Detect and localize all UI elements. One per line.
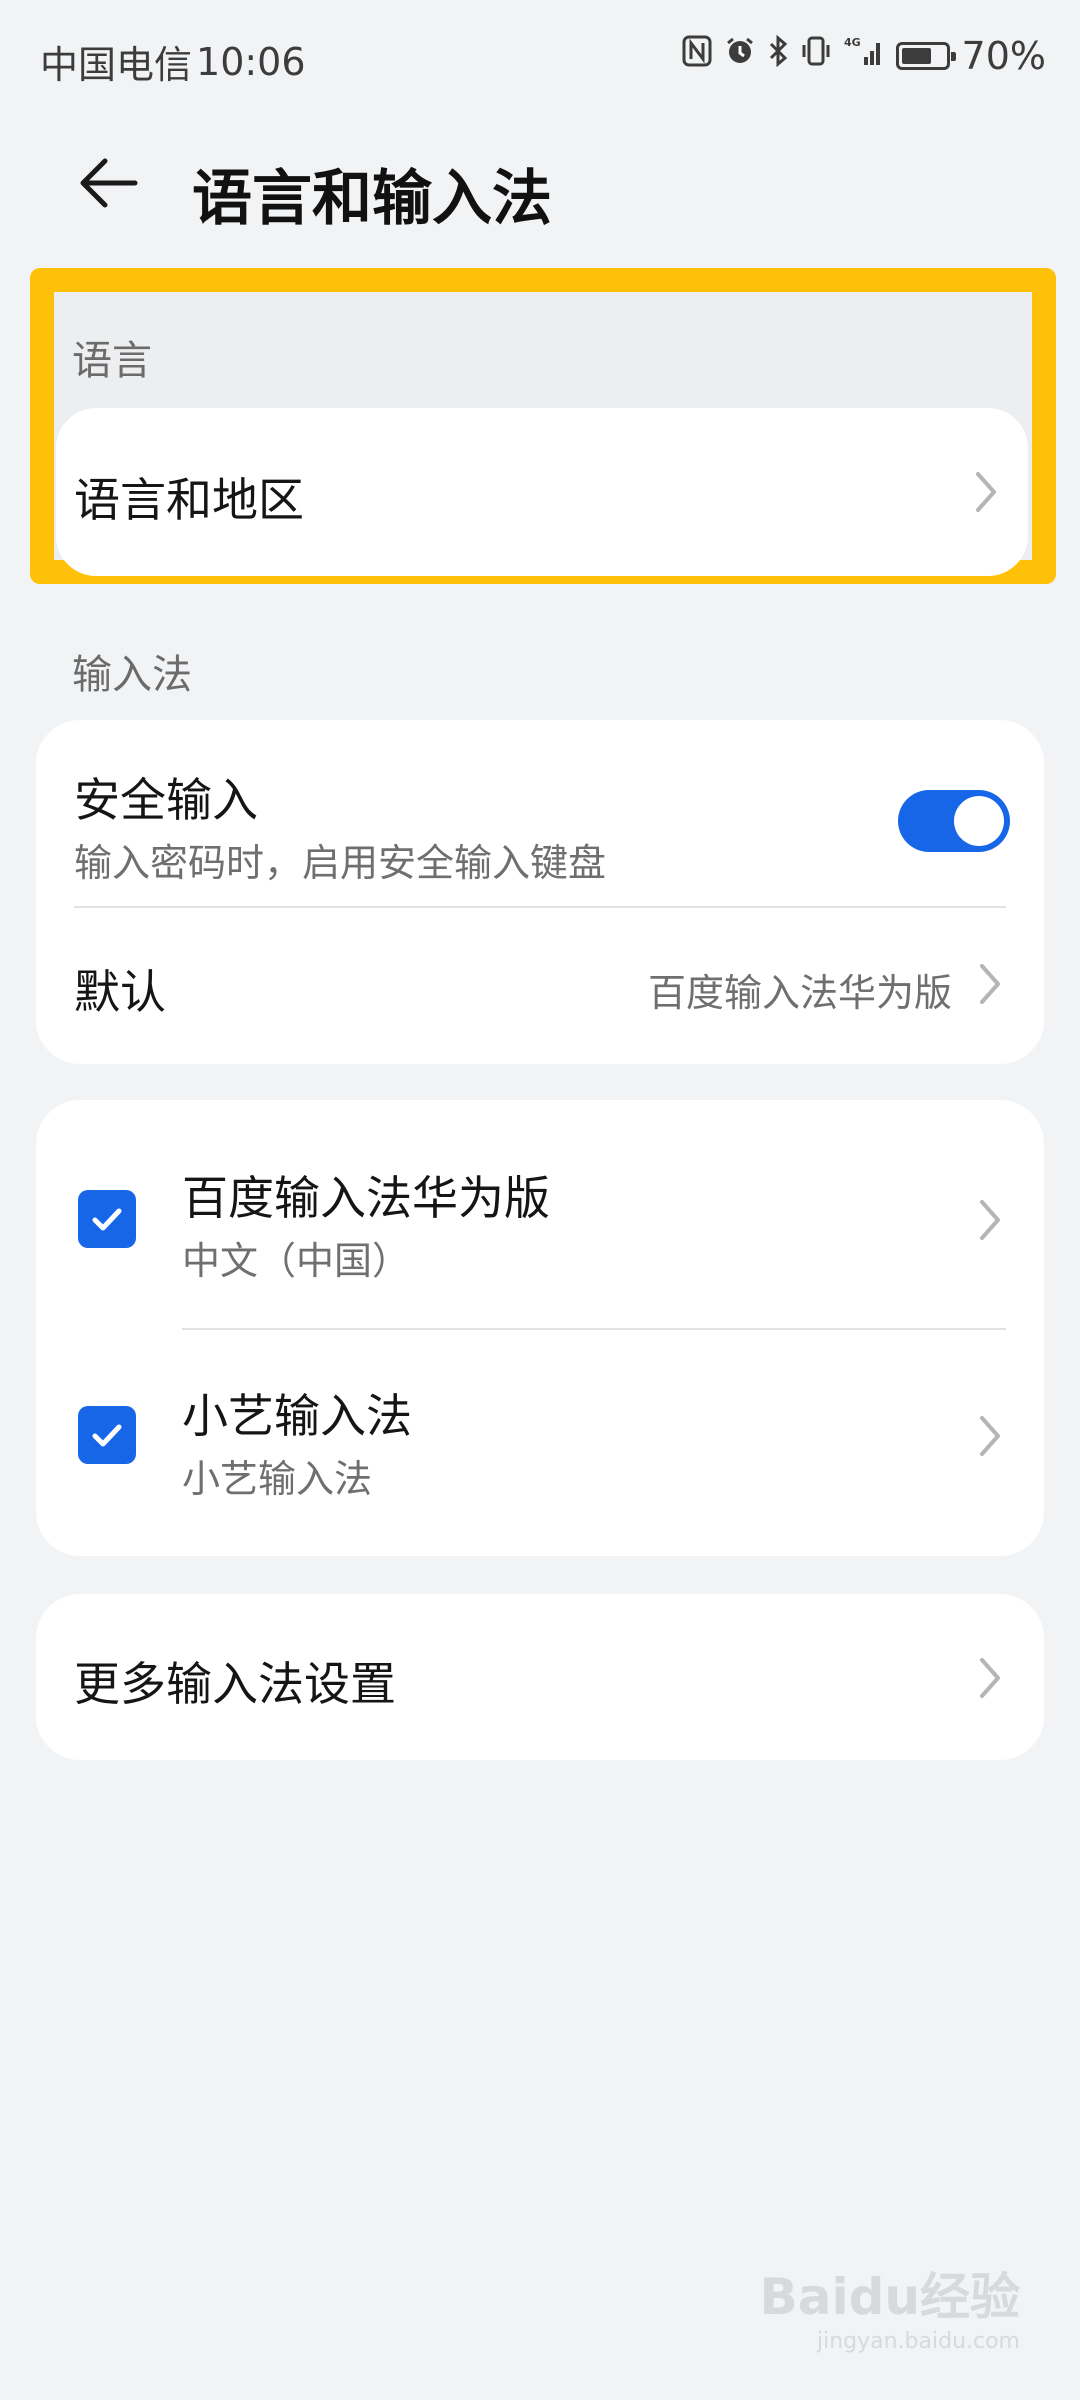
keyboard-list-card: 百度输入法华为版 中文（中国） 小艺输入法 小艺输入法 <box>36 1100 1044 1556</box>
default-input-value: 百度输入法华为版 <box>647 971 952 1015</box>
watermark-url: jingyan.baidu.com <box>816 2329 1020 2354</box>
keyboard-subtitle: 小艺输入法 <box>182 1457 373 1501</box>
language-section-label: 语言 <box>72 338 152 384</box>
language-and-region-label: 语言和地区 <box>74 473 304 527</box>
svg-text:4G: 4G <box>844 36 861 49</box>
nfc-icon <box>682 35 712 78</box>
battery-percent: 70% <box>961 34 1046 78</box>
checkmark-icon <box>92 1424 122 1447</box>
default-input-title: 默认 <box>74 965 166 1019</box>
battery-icon <box>895 42 956 70</box>
toggle-knob <box>954 796 1004 846</box>
clock: 10:06 <box>196 39 306 84</box>
chevron-right-icon <box>980 964 1000 1004</box>
more-input-settings-item[interactable]: 更多输入法设置 <box>36 1594 1044 1760</box>
bluetooth-icon <box>768 34 788 78</box>
keyboard-checkbox[interactable] <box>78 1190 136 1248</box>
back-button[interactable] <box>62 138 152 228</box>
language-card: 语言和地区 <box>56 408 1028 576</box>
default-input-item[interactable]: 默认 百度输入法华为版 <box>36 908 1044 1064</box>
keyboard-title: 百度输入法华为版 <box>182 1171 550 1225</box>
watermark-brand: Baidu经验 <box>759 2268 1020 2326</box>
page-title: 语言和输入法 <box>192 164 552 234</box>
input-section-label: 输入法 <box>72 652 192 698</box>
status-right: 4G 70% <box>682 34 1046 78</box>
battery-fill <box>901 48 931 64</box>
secure-input-subtitle: 输入密码时，启用安全输入键盘 <box>74 841 607 885</box>
title-bar: 语言和输入法 <box>0 118 1080 248</box>
input-settings-card: 安全输入 输入密码时，启用安全输入键盘 默认 百度输入法华为版 <box>36 720 1044 1064</box>
vibrate-icon <box>800 35 832 78</box>
keyboard-title: 小艺输入法 <box>182 1389 412 1443</box>
signal-icon: 4G <box>844 35 884 78</box>
checkmark-icon <box>92 1208 122 1231</box>
keyboard-subtitle: 中文（中国） <box>182 1239 411 1283</box>
keyboard-item[interactable]: 百度输入法华为版 中文（中国） <box>36 1100 1044 1328</box>
watermark: Baidu经验 jingyan.baidu.com <box>760 2257 1020 2354</box>
chevron-right-icon <box>980 1416 1000 1456</box>
back-arrow-icon <box>80 158 138 208</box>
secure-input-item: 安全输入 输入密码时，启用安全输入键盘 <box>36 720 1044 906</box>
carrier-name: 中国电信 <box>40 43 193 87</box>
chevron-right-icon <box>976 472 996 512</box>
chevron-right-icon <box>980 1658 1000 1698</box>
secure-input-toggle[interactable] <box>898 790 1010 852</box>
language-and-region-item[interactable]: 语言和地区 <box>56 408 1028 576</box>
keyboard-checkbox[interactable] <box>78 1406 136 1464</box>
alarm-icon <box>724 35 756 78</box>
secure-input-title: 安全输入 <box>74 773 258 827</box>
status-left: 中国电信 10:06 <box>40 34 306 89</box>
chevron-right-icon <box>980 1200 1000 1240</box>
more-input-settings-label: 更多输入法设置 <box>74 1657 396 1711</box>
keyboard-item[interactable]: 小艺输入法 小艺输入法 <box>36 1330 1044 1556</box>
more-settings-card: 更多输入法设置 <box>36 1594 1044 1760</box>
status-bar: 中国电信 10:06 4G 70% <box>0 0 1080 118</box>
